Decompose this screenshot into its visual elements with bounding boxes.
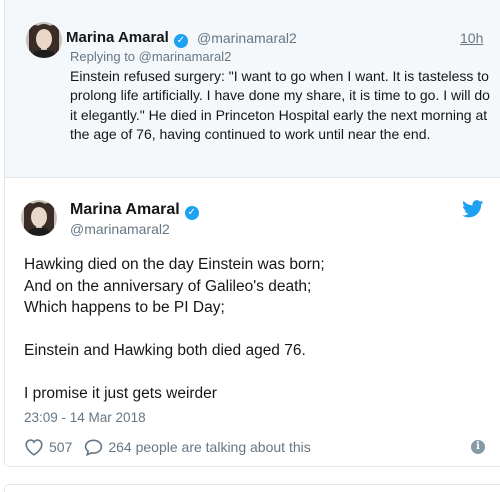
parent-author-handle[interactable]: @marinamaral2	[197, 30, 297, 46]
conversation-count[interactable]: 264 people are talking about this	[108, 439, 310, 455]
replying-to-handle[interactable]: @marinamaral2	[139, 49, 232, 64]
tweet-actions: 507 264 people are talking about this	[24, 437, 311, 457]
author-name-text[interactable]: Marina Amaral	[70, 201, 180, 218]
next-tweet-card	[4, 484, 500, 492]
like-button[interactable]: 507	[24, 438, 72, 456]
tweet-text: Hawking died on the day Einstein was bor…	[24, 256, 325, 402]
verified-badge-icon: ✓	[184, 206, 199, 220]
author-handle[interactable]: @marinamaral2	[70, 221, 170, 237]
verified-badge-icon: ✓	[173, 34, 188, 48]
replying-to-prefix: Replying to	[70, 49, 136, 64]
tweet-timestamp[interactable]: 23:09 - 14 Mar 2018	[24, 410, 146, 425]
replying-to: Replying to @marinamaral2	[70, 49, 231, 64]
author-name[interactable]: Marina Amaral ✓	[70, 201, 199, 220]
avatar[interactable]	[21, 200, 57, 236]
speech-bubble-icon	[85, 439, 103, 456]
twitter-bird-icon[interactable]	[462, 200, 484, 218]
parent-tweet-text: Einstein refused surgery: "I want to go …	[70, 68, 490, 142]
heart-icon	[25, 439, 43, 456]
parent-tweet-time[interactable]: 10h	[460, 30, 483, 46]
info-icon[interactable]: i	[471, 440, 485, 454]
parent-author-name[interactable]: Marina Amaral ✓	[66, 29, 188, 48]
author-name-text[interactable]: Marina Amaral	[66, 29, 169, 46]
like-count[interactable]: 507	[49, 439, 72, 455]
avatar[interactable]	[26, 22, 62, 58]
conversation-link[interactable]: 264 people are talking about this	[84, 438, 311, 456]
